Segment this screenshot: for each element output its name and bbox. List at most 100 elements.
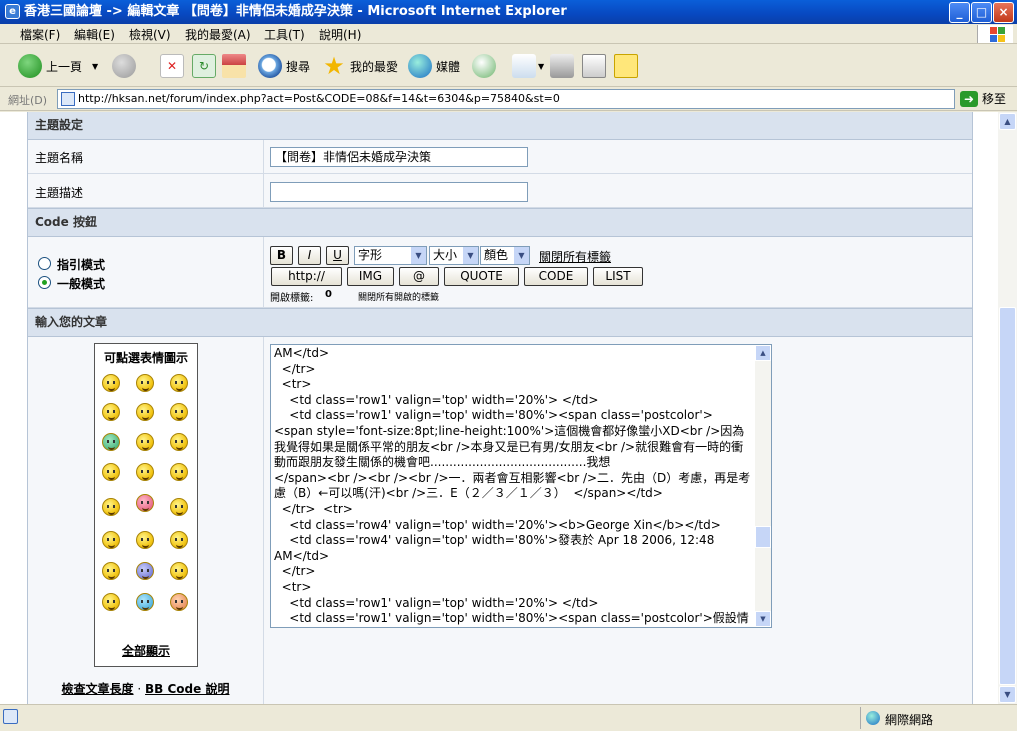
internet-globe-icon (866, 711, 880, 725)
scroll-thumb[interactable] (755, 526, 771, 548)
close-open-tags-link[interactable]: 關閉所有開啟的標籤 (358, 290, 439, 303)
media-button[interactable]: 媒體 (408, 51, 460, 81)
blush-smiley-icon[interactable] (170, 593, 188, 611)
shy-smiley-icon[interactable] (136, 403, 154, 421)
print-button[interactable] (550, 51, 574, 81)
section-post-header: 輸入您的文章 (28, 308, 972, 337)
close-button[interactable]: × (993, 2, 1014, 23)
color-select[interactable]: 顏色 ▼ (480, 246, 530, 265)
post-textarea[interactable]: AM</td> </tr> <tr> <td class='row1' vali… (270, 344, 772, 628)
bold-button[interactable]: B (270, 246, 293, 265)
quote-button[interactable]: QUOTE (444, 267, 519, 286)
maximize-button[interactable]: □ (971, 2, 992, 23)
sad-smiley-icon[interactable] (102, 531, 120, 549)
title-bar: e 香港三國論壇 -> 編輯文章 【問卷】非情侶未婚成孕決策 - Microso… (0, 0, 1017, 24)
closed-eyes-smiley-icon[interactable] (102, 562, 120, 580)
minimize-button[interactable]: _ (949, 2, 970, 23)
discuss-button[interactable] (614, 51, 638, 81)
scroll-up-icon[interactable]: ▲ (755, 345, 771, 361)
mode-guided-radio[interactable] (38, 257, 51, 270)
chevron-down-icon: ▼ (411, 247, 426, 264)
topic-name-row: 主題名稱 【問卷】非情侶未婚成孕決策 (28, 140, 972, 174)
stop-button[interactable]: ✕ (160, 51, 184, 81)
emoticons-title: 可點選表情圖示 (103, 351, 188, 365)
mail-icon (512, 54, 536, 78)
window-title: 香港三國論壇 -> 編輯文章 【問卷】非情侶未婚成孕決策 - Microsoft… (24, 4, 567, 19)
smiley-icon[interactable] (102, 374, 120, 392)
search-button[interactable]: 搜尋 (258, 51, 310, 81)
go-button[interactable]: ➜ 移至 (960, 90, 1006, 107)
media-icon (408, 54, 432, 78)
help-links: 檢查文章長度 · BB Code 說明 (61, 682, 230, 696)
list-button[interactable]: LIST (593, 267, 643, 286)
home-icon (222, 54, 246, 78)
blink-smiley-icon[interactable] (136, 531, 154, 549)
page-scroll-thumb[interactable] (999, 307, 1016, 685)
edit-icon (582, 54, 606, 78)
scroll-down-icon[interactable]: ▼ (755, 611, 771, 627)
address-url: http://hksan.net/forum/index.php?act=Pos… (78, 92, 560, 105)
address-input[interactable]: http://hksan.net/forum/index.php?act=Pos… (57, 89, 955, 109)
font-select[interactable]: 字形 ▼ (354, 246, 427, 265)
back-dropdown-icon[interactable]: ▼ (92, 62, 98, 71)
underline-button[interactable]: U (326, 246, 349, 265)
show-all-link[interactable]: 全部顯示 (122, 644, 170, 658)
mad-smiley-icon[interactable] (170, 498, 188, 516)
scroll-down-icon[interactable]: ▼ (999, 686, 1016, 703)
scroll-up-icon[interactable]: ▲ (999, 113, 1016, 130)
address-label: 網址(D) (8, 94, 48, 107)
neutral-smiley-icon[interactable] (102, 463, 120, 481)
ohmy-smiley-icon[interactable] (170, 531, 188, 549)
img-button[interactable]: IMG (347, 267, 394, 286)
menu-file[interactable]: 檔案(F) (20, 26, 60, 43)
back-arrow-icon (18, 54, 42, 78)
devil-smiley-icon[interactable] (170, 562, 188, 580)
mail-button[interactable]: ▼ (512, 51, 544, 81)
print-icon (550, 54, 574, 78)
italic-button[interactable]: I (298, 246, 321, 265)
tongue-smiley-icon[interactable] (170, 403, 188, 421)
cold-smiley-icon[interactable] (136, 593, 154, 611)
menu-tools[interactable]: 工具(T) (264, 26, 305, 43)
textarea-scrollbar[interactable]: ▲ ▼ (755, 345, 771, 627)
wave-smiley-icon[interactable] (102, 593, 120, 611)
menu-favorites[interactable]: 我的最愛(A) (185, 26, 251, 43)
mode-normal-radio[interactable] (38, 276, 51, 289)
happy-smiley-icon[interactable] (170, 374, 188, 392)
grin-smiley-icon[interactable] (102, 433, 120, 451)
home-button[interactable] (222, 51, 246, 81)
edit-button[interactable] (582, 51, 606, 81)
page-scrollbar[interactable]: ▲ ▼ (998, 112, 1017, 704)
menu-edit[interactable]: 編輯(E) (74, 26, 115, 43)
cool-smiley-icon[interactable] (170, 433, 188, 451)
email-button[interactable]: @ (399, 267, 439, 286)
size-select[interactable]: 大小 ▼ (429, 246, 479, 265)
topic-desc-input[interactable] (270, 182, 528, 202)
wink-smiley-icon[interactable] (136, 374, 154, 392)
close-all-tags-link[interactable]: 關閉所有標籤 (539, 248, 611, 265)
menu-view[interactable]: 檢視(V) (129, 26, 171, 43)
bbcode-help-link[interactable]: BB Code 說明 (145, 682, 229, 696)
dry-smiley-icon[interactable] (102, 498, 120, 516)
http-button[interactable]: http:// (271, 267, 342, 286)
refresh-icon: ↻ (192, 54, 216, 78)
toolbar: 上一頁 ▼ ✕ ↻ 搜尋 ★ 我的最愛 媒體 ▼ (0, 45, 1017, 87)
forward-button[interactable] (112, 51, 136, 81)
mail-dropdown-icon[interactable]: ▼ (538, 62, 544, 71)
laugh-smiley-icon[interactable] (136, 433, 154, 451)
code-button[interactable]: CODE (524, 267, 588, 286)
history-button[interactable] (472, 51, 496, 81)
topic-desc-label: 主題描述 (35, 186, 84, 200)
favorites-button[interactable]: ★ 我的最愛 (322, 51, 398, 81)
refresh-button[interactable]: ↻ (192, 51, 216, 81)
surprised-smiley-icon[interactable] (102, 403, 120, 421)
check-length-link[interactable]: 檢查文章長度 (62, 682, 134, 696)
unsure-smiley-icon[interactable] (170, 463, 188, 481)
page-status-icon (3, 709, 18, 724)
sleepy-smiley-icon[interactable] (136, 463, 154, 481)
love-smiley-icon[interactable] (136, 494, 154, 512)
topic-name-input[interactable]: 【問卷】非情侶未婚成孕決策 (270, 147, 528, 167)
menu-help[interactable]: 說明(H) (319, 26, 361, 43)
back-button[interactable]: 上一頁 ▼ (18, 51, 98, 81)
blue-laugh-smiley-icon[interactable] (136, 562, 154, 580)
